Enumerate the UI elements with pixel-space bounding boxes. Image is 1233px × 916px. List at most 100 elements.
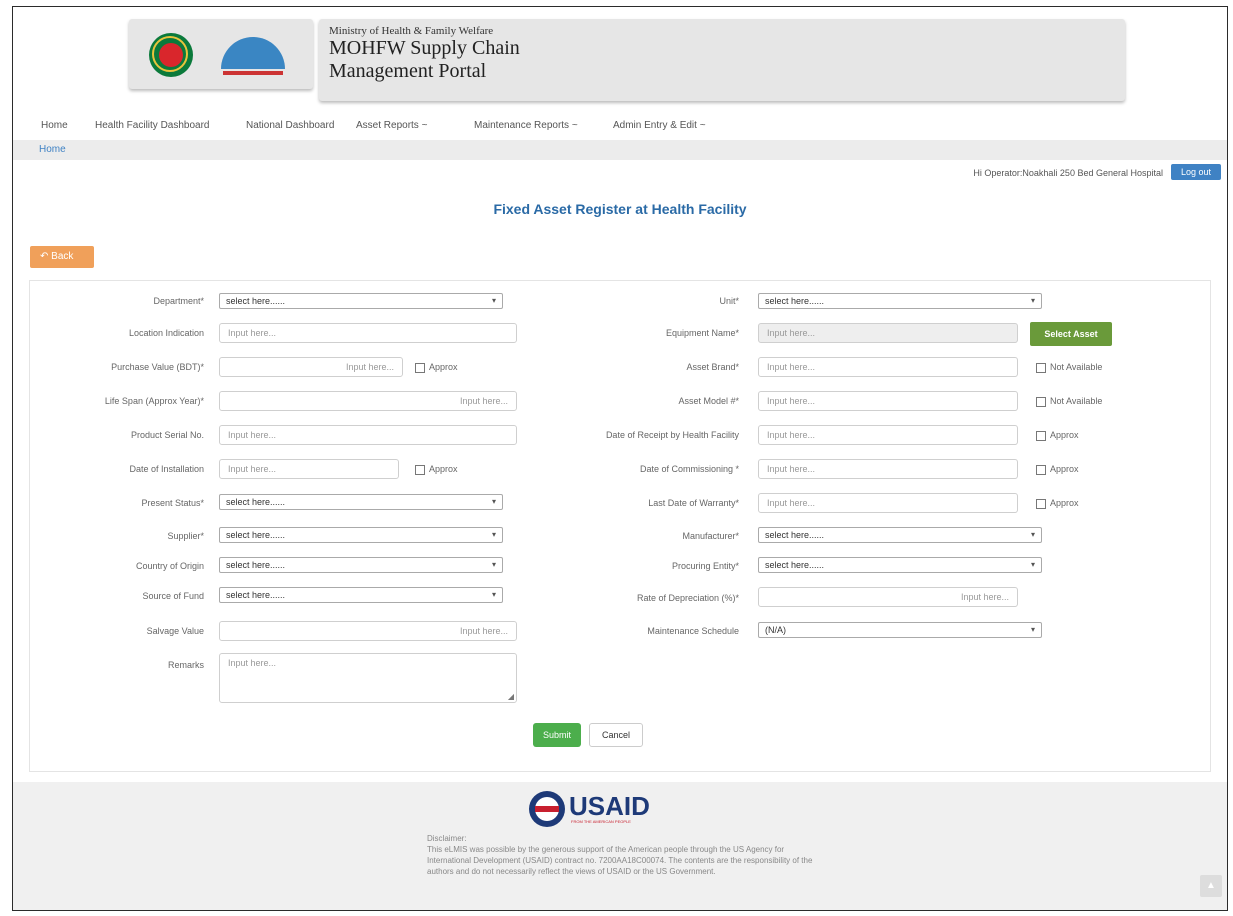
- last-date-of-warranty-input[interactable]: Input here...: [758, 493, 1018, 513]
- label-date-of-commissioning: Date of Commissioning *: [639, 464, 739, 474]
- salvage-value-input[interactable]: Input here...: [219, 621, 517, 641]
- label-maintenance-schedule: Maintenance Schedule: [647, 626, 739, 636]
- checkbox-icon: [1036, 464, 1046, 475]
- brand-not-available-checkbox[interactable]: Not Available: [1036, 362, 1102, 373]
- label-department: Department*: [153, 296, 204, 306]
- present-status-select-value: select here......: [226, 497, 286, 507]
- portal-title-panel: Ministry of Health & Family Welfare MOHF…: [319, 19, 1125, 101]
- commissioning-approx-checkbox[interactable]: Approx: [1036, 464, 1079, 475]
- select-asset-button[interactable]: Select Asset: [1030, 322, 1112, 346]
- label-asset-model: Asset Model #*: [678, 396, 739, 406]
- label-product-serial-no: Product Serial No.: [130, 430, 204, 440]
- brand-not-available-label: Not Available: [1050, 362, 1103, 372]
- resize-handle-icon[interactable]: ◢: [508, 692, 514, 701]
- warranty-approx-checkbox[interactable]: Approx: [1036, 498, 1079, 509]
- label-rate-of-depreciation: Rate of Depreciation (%)*: [636, 593, 739, 603]
- disclaimer-text: This eLMIS was possible by the generous …: [427, 845, 813, 876]
- label-date-of-receipt: Date of Receipt by Health Facility: [605, 430, 739, 440]
- back-button[interactable]: ↶ Back: [30, 246, 94, 268]
- scroll-to-top-button[interactable]: ▲: [1200, 875, 1222, 897]
- life-span-input[interactable]: Input here...: [219, 391, 517, 411]
- date-of-installation-input[interactable]: Input here...: [219, 459, 399, 479]
- remarks-textarea[interactable]: Input here... ◢: [219, 653, 517, 703]
- label-asset-brand: Asset Brand*: [686, 362, 739, 372]
- nav-admin-entry-edit[interactable]: Admin Entry & Edit ~: [613, 120, 706, 131]
- label-purchase-value: Purchase Value (BDT)*: [111, 362, 204, 372]
- installation-approx-label: Approx: [429, 464, 458, 474]
- bangladesh-emblem-icon: [149, 33, 193, 77]
- date-of-receipt-input[interactable]: Input here...: [758, 425, 1018, 445]
- back-arrow-icon: ↶: [40, 251, 49, 262]
- checkbox-icon: [415, 362, 425, 373]
- checkbox-icon: [415, 464, 425, 475]
- label-last-date-of-warranty: Last Date of Warranty*: [648, 498, 739, 508]
- submit-button[interactable]: Submit: [533, 723, 581, 747]
- chevron-down-icon: ▾: [491, 530, 496, 539]
- rate-of-depreciation-input[interactable]: Input here...: [758, 587, 1018, 607]
- chevron-down-icon: ▾: [1030, 560, 1035, 569]
- present-status-select[interactable]: select here...... ▾: [219, 494, 503, 510]
- nav-health-facility-dashboard[interactable]: Health Facility Dashboard: [95, 120, 210, 131]
- usaid-logo-text: USAID: [569, 791, 650, 821]
- department-select-value: select here......: [226, 296, 286, 306]
- label-life-span: Life Span (Approx Year)*: [104, 396, 204, 406]
- usaid-logo-subtext: FROM THE AMERICAN PEOPLE: [571, 819, 631, 824]
- breadcrumb-home[interactable]: Home: [39, 144, 66, 155]
- nav-asset-reports[interactable]: Asset Reports ~: [356, 120, 427, 131]
- label-procuring-entity: Procuring Entity*: [671, 561, 739, 571]
- chevron-down-icon: ▾: [491, 560, 496, 569]
- nav-maintenance-reports[interactable]: Maintenance Reports ~: [474, 120, 578, 131]
- logout-button[interactable]: Log out: [1171, 164, 1221, 180]
- product-serial-no-input[interactable]: Input here...: [219, 425, 517, 445]
- procuring-entity-select[interactable]: select here...... ▾: [758, 557, 1042, 573]
- source-of-fund-select-value: select here......: [226, 590, 286, 600]
- checkbox-icon: [1036, 498, 1046, 509]
- chevron-down-icon: ▾: [1030, 530, 1035, 539]
- main-nav: Home Health Facility Dashboard National …: [13, 112, 1227, 140]
- page-title: Fixed Asset Register at Health Facility: [493, 201, 747, 217]
- usaid-seal-icon: [529, 791, 565, 827]
- chevron-down-icon: ▾: [491, 590, 496, 599]
- label-country-of-origin: Country of Origin: [135, 561, 204, 571]
- app-frame: Ministry of Health & Family Welfare MOHF…: [12, 6, 1228, 911]
- purchase-value-input[interactable]: Input here...: [219, 357, 403, 377]
- model-not-available-checkbox[interactable]: Not Available: [1036, 396, 1102, 407]
- checkbox-icon: [1036, 430, 1046, 441]
- label-manufacturer: Manufacturer*: [682, 531, 739, 541]
- asset-form-panel: [29, 280, 1211, 772]
- country-of-origin-select[interactable]: select here...... ▾: [219, 557, 503, 573]
- unit-select[interactable]: select here...... ▾: [758, 293, 1042, 309]
- label-equipment-name: Equipment Name*: [665, 328, 739, 338]
- chevron-down-icon: ▾: [491, 296, 496, 305]
- maintenance-schedule-select-value: (N/A): [765, 625, 786, 635]
- back-label: Back: [51, 251, 74, 262]
- nav-national-dashboard[interactable]: National Dashboard: [246, 120, 334, 131]
- chevron-down-icon: ▾: [1030, 625, 1035, 634]
- department-select[interactable]: select here...... ▾: [219, 293, 503, 309]
- installation-approx-checkbox[interactable]: Approx: [415, 464, 458, 475]
- equipment-name-input[interactable]: Input here...: [758, 323, 1018, 343]
- date-of-commissioning-input[interactable]: Input here...: [758, 459, 1018, 479]
- nav-home[interactable]: Home: [41, 120, 68, 131]
- unit-select-value: select here......: [765, 296, 825, 306]
- cancel-button[interactable]: Cancel: [589, 723, 643, 747]
- label-source-of-fund: Source of Fund: [142, 591, 204, 601]
- label-location-indication: Location Indication: [128, 328, 204, 338]
- asset-model-input[interactable]: Input here...: [758, 391, 1018, 411]
- checkbox-icon: [1036, 362, 1046, 373]
- manufacturer-select[interactable]: select here...... ▾: [758, 527, 1042, 543]
- maintenance-schedule-select[interactable]: (N/A) ▾: [758, 622, 1042, 638]
- label-salvage-value: Salvage Value: [146, 626, 204, 636]
- logo-panel: [129, 19, 313, 89]
- asset-brand-input[interactable]: Input here...: [758, 357, 1018, 377]
- label-supplier: Supplier*: [167, 531, 204, 541]
- source-of-fund-select[interactable]: select here...... ▾: [219, 587, 503, 603]
- warranty-approx-label: Approx: [1050, 498, 1079, 508]
- location-indication-input[interactable]: Input here...: [219, 323, 517, 343]
- mohfw-logo-icon: [215, 31, 295, 77]
- purchase-approx-checkbox[interactable]: Approx: [415, 362, 458, 373]
- procuring-entity-select-value: select here......: [765, 560, 825, 570]
- receipt-approx-checkbox[interactable]: Approx: [1036, 430, 1079, 441]
- supplier-select[interactable]: select here...... ▾: [219, 527, 503, 543]
- disclaimer: Disclaimer: This eLMIS was possible by t…: [427, 833, 827, 877]
